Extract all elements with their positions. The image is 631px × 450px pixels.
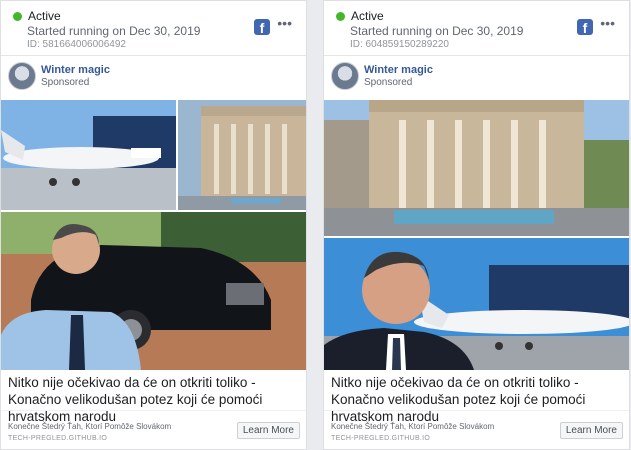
more-options-icon[interactable]: •••	[277, 15, 292, 31]
facebook-icon: f	[577, 19, 593, 35]
creative-stacked	[324, 100, 629, 370]
ad-card: Active Started running on Dec 30, 2019 I…	[0, 0, 307, 450]
ad-card: Active Started running on Dec 30, 2019 I…	[323, 0, 630, 450]
page-name-link[interactable]: Winter magic	[41, 64, 110, 76]
ad-headline[interactable]: Nitko nije očekivao da će on otkriti tol…	[331, 374, 627, 425]
more-options-icon[interactable]: •••	[600, 15, 615, 31]
learn-more-button[interactable]: Learn More	[236, 422, 300, 439]
link-description: Konečne Štedrý Ťah, Ktorí Pomôže Slováko…	[8, 422, 172, 431]
active-status-dot-icon	[13, 11, 22, 21]
ad-headline[interactable]: Nitko nije očekivao da će on otkriti tol…	[8, 374, 304, 425]
ad-creative-image[interactable]	[324, 100, 629, 370]
ad-id: ID: 604859150289220	[350, 39, 449, 50]
page-avatar[interactable]	[8, 62, 36, 90]
divider	[1, 410, 306, 411]
status-label: Active	[351, 9, 384, 23]
link-description: Konečne Štedrý Ťah, Ktorí Pomôže Slováko…	[331, 422, 495, 431]
ad-creative-image[interactable]	[1, 100, 306, 370]
start-date: Started running on Dec 30, 2019	[27, 24, 201, 38]
status-label: Active	[28, 9, 61, 23]
active-status-dot-icon	[336, 11, 345, 21]
facebook-icon: f	[254, 19, 270, 35]
divider	[324, 410, 629, 411]
sponsored-label: Sponsored	[364, 77, 413, 88]
page-avatar[interactable]	[331, 62, 359, 90]
sponsored-label: Sponsored	[41, 77, 90, 88]
status-row: Active	[336, 9, 384, 23]
learn-more-button[interactable]: Learn More	[559, 422, 623, 439]
link-domain: TECH-PREGLED.GITHUB.IO	[331, 435, 431, 442]
page-name-link[interactable]: Winter magic	[364, 64, 433, 76]
divider	[1, 55, 306, 56]
creative-collage	[1, 100, 306, 370]
ad-id: ID: 581664006006492	[27, 39, 126, 50]
link-domain: TECH-PREGLED.GITHUB.IO	[8, 435, 108, 442]
status-row: Active	[13, 9, 61, 23]
divider	[324, 55, 629, 56]
start-date: Started running on Dec 30, 2019	[350, 24, 524, 38]
